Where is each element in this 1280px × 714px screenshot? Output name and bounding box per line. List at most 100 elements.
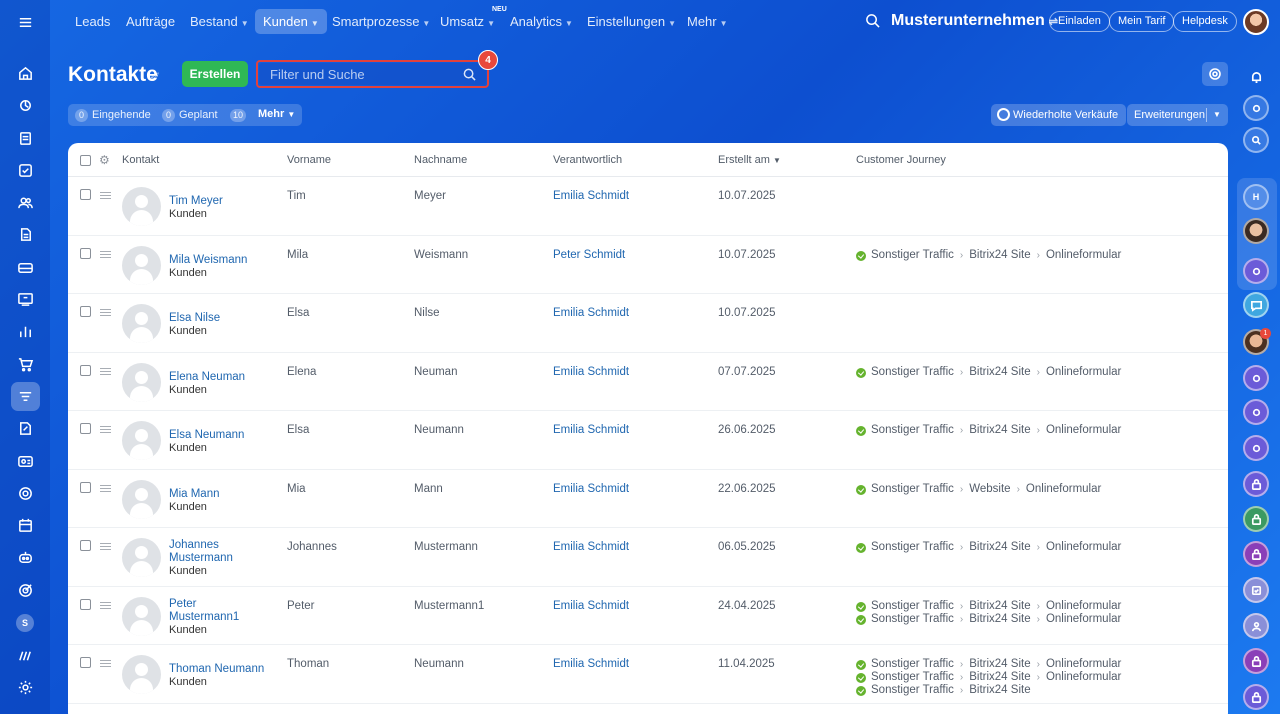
feed-icon[interactable] — [11, 91, 40, 120]
row-checkbox[interactable] — [80, 540, 91, 551]
search-icon[interactable] — [463, 68, 476, 84]
responsible-link[interactable]: Peter Schmidt — [553, 249, 625, 261]
file-icon[interactable] — [11, 220, 40, 249]
bar-chart-icon[interactable] — [11, 317, 40, 346]
menu-icon[interactable] — [11, 8, 40, 37]
col-firstname[interactable]: Vorname — [287, 154, 331, 166]
row-checkbox[interactable] — [80, 364, 91, 376]
avatar[interactable] — [122, 421, 161, 460]
calendar-icon[interactable] — [11, 511, 40, 540]
messages-icon[interactable] — [1243, 292, 1269, 318]
openlines-icon[interactable] — [1243, 258, 1269, 284]
nav-auftraege[interactable]: Aufträge — [118, 9, 183, 34]
lock-icon-5[interactable] — [1243, 684, 1269, 710]
repeat-sales-button[interactable]: Wiederholte Verkäufe — [991, 104, 1127, 126]
drag-handle-icon[interactable] — [100, 367, 111, 375]
nav-einstellungen[interactable]: Einstellungen ▼ — [579, 9, 684, 34]
invite-button[interactable]: Einladen — [1049, 11, 1110, 32]
counter-planned[interactable]: 0 Geplant — [162, 109, 218, 122]
col-lastname[interactable]: Nachname — [414, 154, 467, 166]
nav-analytics[interactable]: Analytics ▼ — [502, 9, 581, 34]
lock-icon-2[interactable] — [1243, 506, 1269, 532]
helpdesk-button[interactable]: Helpdesk — [1173, 11, 1237, 32]
home-icon[interactable] — [11, 59, 40, 88]
chat-search-icon[interactable] — [1243, 127, 1269, 153]
channel-icon-3[interactable] — [1243, 435, 1269, 461]
table-row[interactable]: Mia Mann Kunden Mia Mann Emilia Schmidt 22.06… — [68, 470, 1228, 528]
settings-gear-icon[interactable] — [11, 673, 40, 702]
contact-name-link[interactable]: Elsa Neumann — [169, 429, 269, 442]
table-row[interactable]: Tim Meyer Kunden Tim Meyer Emilia Schmidt 10.… — [68, 177, 1228, 236]
chevron-down-icon[interactable]: ▼ — [1213, 104, 1221, 126]
col-contact[interactable]: Kontakt — [122, 154, 159, 166]
nav-umsatz[interactable]: Umsatz ▼ — [432, 9, 503, 34]
column-settings-icon[interactable]: ⚙ — [99, 153, 110, 167]
global-search-icon[interactable] — [865, 13, 880, 31]
table-row[interactable]: Thoman Neumann Kunden Thoman Neumann Emilia … — [68, 645, 1228, 704]
select-all-checkbox[interactable] — [80, 155, 91, 166]
nav-leads[interactable]: Leads — [67, 9, 118, 34]
col-created[interactable]: Erstellt am ▼ — [718, 154, 781, 166]
responsible-link[interactable]: Emilia Schmidt — [553, 424, 629, 436]
avatar[interactable] — [122, 245, 161, 285]
lock-icon-3[interactable] — [1243, 541, 1269, 567]
avatar[interactable] — [122, 596, 161, 636]
user-chat-avatar[interactable]: 1 — [1243, 328, 1271, 355]
contact-name-link[interactable]: Johannes Mustermann — [169, 539, 269, 565]
contact-name-link[interactable]: Mila Weismann — [169, 254, 269, 267]
my-plan-button[interactable]: Mein Tarif — [1109, 11, 1175, 32]
table-row[interactable]: Elsa Nilse Kunden Elsa Nilse Emilia Schmidt 1… — [68, 294, 1228, 353]
crm-filter-icon[interactable] — [11, 382, 40, 411]
contact-h[interactable]: H — [1243, 184, 1269, 210]
contact-name-link[interactable]: Tim Meyer — [169, 195, 269, 208]
table-row[interactable]: Elena Neuman Kunden Elena Neuman Emilia Schm… — [68, 353, 1228, 411]
row-checkbox[interactable] — [80, 598, 91, 610]
responsible-link[interactable]: Emilia Schmidt — [553, 307, 629, 319]
document-icon[interactable] — [11, 124, 40, 153]
user-avatar[interactable] — [1243, 9, 1269, 35]
counter-incoming[interactable]: 0 Eingehende — [75, 109, 151, 122]
row-checkbox[interactable] — [80, 481, 91, 493]
responsible-link[interactable]: Emilia Schmidt — [553, 366, 629, 378]
channel-icon-1[interactable] — [1243, 365, 1269, 391]
counter-more[interactable]: 10 — [230, 109, 250, 122]
contact-card-icon[interactable] — [11, 447, 40, 476]
contact-name-link[interactable]: Elena Neuman — [169, 371, 269, 384]
sites-badge[interactable]: S — [16, 614, 34, 632]
drag-handle-icon[interactable] — [100, 426, 111, 433]
drag-handle-icon[interactable] — [100, 601, 111, 609]
create-button[interactable]: Erstellen — [182, 61, 248, 87]
row-checkbox[interactable] — [80, 657, 91, 668]
table-row[interactable]: Peter Mustermann1 Kunden Peter Mustermann1 E… — [68, 587, 1228, 645]
drag-handle-icon[interactable] — [100, 484, 111, 492]
users-icon[interactable] — [11, 188, 40, 217]
responsible-link[interactable]: Emilia Schmidt — [553, 541, 629, 553]
avatar[interactable] — [122, 479, 161, 519]
responsible-link[interactable]: Emilia Schmidt — [553, 658, 629, 670]
channel-icon-2[interactable] — [1243, 399, 1269, 425]
edit-doc-icon[interactable] — [11, 414, 40, 443]
contact-name-link[interactable]: Elsa Nilse — [169, 312, 269, 325]
avatar[interactable] — [122, 655, 161, 694]
cart-icon[interactable] — [11, 350, 40, 379]
copilot-icon[interactable] — [1243, 95, 1269, 121]
extensions-button[interactable]: Erweiterungen ▼ — [1127, 104, 1228, 126]
nav-bestand[interactable]: Bestand ▼ — [182, 9, 257, 34]
list-settings-button[interactable] — [1202, 62, 1228, 86]
nav-smartprozesse[interactable]: Smartprozesse ▼ — [324, 9, 438, 34]
filter-search-input[interactable] — [259, 63, 486, 85]
group-avatar-icon[interactable] — [1243, 613, 1269, 639]
row-checkbox[interactable] — [80, 189, 91, 200]
avatar[interactable] — [122, 538, 161, 577]
contact-name-link[interactable]: Peter Mustermann1 — [169, 598, 269, 624]
responsible-link[interactable]: Emilia Schmidt — [553, 190, 629, 202]
row-checkbox[interactable] — [80, 247, 91, 259]
target-icon[interactable] — [11, 576, 40, 605]
robot-icon[interactable] — [11, 543, 40, 572]
col-responsible[interactable]: Verantwortlich — [553, 154, 622, 166]
table-row[interactable]: Johannes Mustermann Kunden Johannes Musterm… — [68, 528, 1228, 587]
tasks-icon[interactable] — [11, 156, 40, 185]
row-checkbox[interactable] — [80, 423, 91, 434]
row-checkbox[interactable] — [80, 306, 91, 317]
avatar[interactable] — [122, 362, 161, 402]
